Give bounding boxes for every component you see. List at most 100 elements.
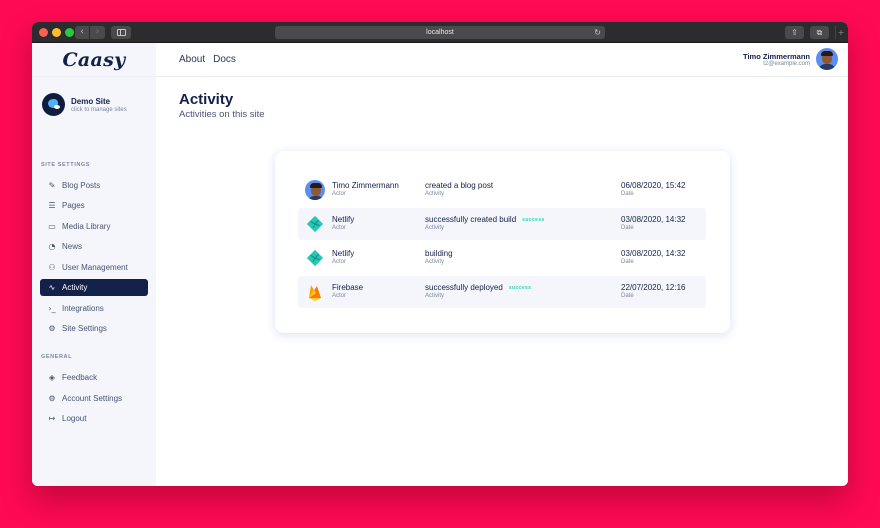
back-button[interactable]: ‹	[75, 26, 90, 39]
activity-date: 06/08/2020, 15:42	[621, 181, 686, 190]
user-name: Timo Zimmermann	[743, 51, 810, 61]
logout-icon: ↦	[48, 414, 56, 423]
site-switcher[interactable]: Demo Site click to manage sites	[42, 93, 127, 116]
activity-text: building	[425, 249, 453, 258]
sidebar-item-logout[interactable]: ↦ Logout	[40, 410, 148, 427]
terminal-icon: ›_	[48, 304, 56, 313]
gear-icon: ⚙	[48, 324, 56, 333]
actor-label: Actor	[332, 259, 347, 265]
page-title: Activity	[179, 91, 234, 108]
app: Caasy Demo Site click to manage sites SI…	[32, 43, 848, 486]
new-tab-button[interactable]: +	[835, 26, 846, 39]
sidebar-item-pages[interactable]: ☰ Pages	[40, 197, 148, 214]
table-row: Firebase Actor successfully deployed succ…	[298, 276, 706, 308]
activity-date: 22/07/2020, 12:16	[621, 283, 686, 292]
app-logo[interactable]: Caasy	[63, 49, 126, 71]
sidebar-item-integrations[interactable]: ›_ Integrations	[40, 300, 148, 317]
address-bar[interactable]: localhost ↻	[275, 26, 605, 39]
avatar	[816, 48, 838, 70]
user-email: t2@example.com	[763, 60, 810, 67]
sidebar-item-label: Account Settings	[62, 394, 123, 403]
top-nav: About Docs	[179, 54, 236, 65]
sidebar-item-media-library[interactable]: ▭ Media Library	[40, 218, 148, 235]
activity-text: successfully created build	[425, 215, 517, 224]
sidebar-item-blog-posts[interactable]: ✎ Blog Posts	[40, 177, 148, 194]
window-controls	[39, 28, 74, 37]
sidebar-item-label: Feedback	[62, 373, 98, 382]
browser-toolbar-right: ⇪ ⧉ +	[785, 26, 846, 39]
nav-link-docs[interactable]: Docs	[213, 54, 236, 65]
users-icon: ⚇	[48, 263, 56, 272]
reload-icon[interactable]: ↻	[594, 26, 601, 39]
sidebar-item-label: News	[62, 242, 83, 251]
site-name: Demo Site	[71, 96, 111, 106]
history-buttons: ‹ ›	[75, 26, 105, 39]
sidebar-toggle-button[interactable]	[111, 26, 131, 39]
netlify-icon	[306, 215, 324, 233]
sidebar-item-account-settings[interactable]: ⚙ Account Settings	[40, 390, 148, 407]
activity-icon: ∿	[48, 283, 56, 292]
minimize-window-button[interactable]	[52, 28, 61, 37]
status-badge: success	[508, 285, 532, 291]
sidebar-item-feedback[interactable]: ◈ Feedback	[40, 369, 148, 386]
date-label: Date	[621, 191, 634, 197]
sidebar-item-label: Logout	[62, 414, 87, 423]
sidebar-item-site-settings[interactable]: ⚙ Site Settings	[40, 320, 148, 337]
section-label-general: GENERAL	[41, 354, 73, 360]
nav-link-about[interactable]: About	[179, 54, 205, 65]
user-menu[interactable]: Timo Zimmermann t2@example.com	[743, 48, 838, 70]
site-avatar	[42, 93, 65, 116]
list-icon: ☰	[48, 201, 56, 210]
sidebar-icon	[117, 29, 126, 36]
sidebar-item-label: Pages	[62, 201, 85, 210]
actor-name: Netlify	[332, 249, 355, 258]
activity-date: 03/08/2020, 14:32	[621, 215, 686, 224]
actor-name: Firebase	[332, 283, 364, 292]
sidebar-item-label: Blog Posts	[62, 181, 101, 190]
folder-icon: ▭	[48, 222, 56, 231]
table-row: Netlify Actor building Activity 03/08/20…	[298, 242, 706, 274]
activity-text: successfully deployed	[425, 283, 503, 292]
sidebar-item-activity[interactable]: ∿ Activity	[40, 279, 148, 296]
sidebar-item-user-management[interactable]: ⚇ User Management	[40, 259, 148, 276]
page-header: Activity Activities on this site	[179, 91, 265, 120]
actor-label: Actor	[332, 191, 347, 197]
top-bar: About Docs Timo Zimmermann t2@example.co…	[156, 43, 848, 77]
sidebar: Caasy Demo Site click to manage sites SI…	[32, 43, 156, 486]
activity-label: Activity	[425, 259, 445, 265]
page-subtitle: Activities on this site	[179, 109, 265, 120]
browser-window: ‹ › localhost ↻ ⇪ ⧉ + Caasy Demo Site cl…	[32, 22, 848, 486]
share-button[interactable]: ⇪	[785, 26, 804, 39]
sidebar-item-label: User Management	[62, 263, 128, 272]
status-badge: success	[522, 217, 545, 223]
edit-icon: ✎	[48, 181, 56, 190]
sidebar-item-label: Activity	[62, 283, 88, 292]
actor-label: Actor	[332, 293, 347, 299]
logo-area: Caasy	[32, 43, 156, 77]
forward-button[interactable]: ›	[90, 26, 105, 39]
date-label: Date	[621, 225, 634, 231]
user-avatar-icon	[305, 180, 325, 200]
table-row: Timo Zimmermann Actor created a blog pos…	[298, 174, 706, 206]
activity-date: 03/08/2020, 14:32	[621, 249, 686, 258]
sidebar-item-news[interactable]: ◔ News	[40, 238, 148, 255]
firebase-icon	[309, 285, 321, 301]
gear-icon: ⚙	[48, 394, 56, 403]
table-row: Netlify Actor successfully created build…	[298, 208, 706, 240]
activity-label: Activity	[425, 293, 445, 299]
maximize-window-button[interactable]	[65, 28, 74, 37]
date-label: Date	[621, 259, 634, 265]
netlify-icon	[306, 249, 324, 267]
activity-card: Timo Zimmermann Actor created a blog pos…	[275, 151, 730, 333]
browser-titlebar: ‹ › localhost ↻ ⇪ ⧉ +	[32, 22, 848, 43]
actor-label: Actor	[332, 225, 347, 231]
close-window-button[interactable]	[39, 28, 48, 37]
main-content: About Docs Timo Zimmermann t2@example.co…	[156, 43, 848, 486]
feedback-icon: ◈	[48, 373, 56, 382]
url-text: localhost	[426, 29, 454, 36]
tabs-overview-button[interactable]: ⧉	[810, 26, 829, 39]
date-label: Date	[621, 293, 634, 299]
sidebar-item-label: Site Settings	[62, 324, 107, 333]
actor-name: Timo Zimmermann	[332, 181, 399, 190]
activity-text: created a blog post	[425, 181, 494, 190]
